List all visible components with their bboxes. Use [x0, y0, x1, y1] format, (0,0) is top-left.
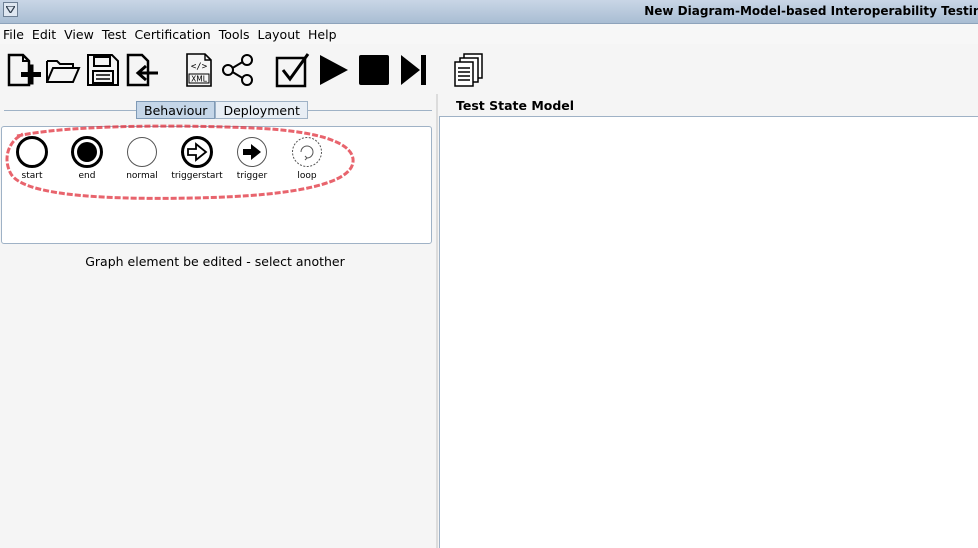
tab-deployment[interactable]: Deployment	[215, 101, 308, 119]
palette-end[interactable]: end	[57, 135, 117, 187]
tab-bar: Behaviour Deployment	[136, 101, 308, 119]
palette-label-loop: loop	[297, 171, 317, 181]
normal-node-icon	[127, 137, 157, 167]
status-message: Graph element be edited - select another	[85, 254, 345, 269]
documents-icon	[454, 53, 483, 87]
menu-tools[interactable]: Tools	[216, 27, 255, 42]
palette-label-normal: normal	[126, 171, 158, 181]
palette-triggerstart[interactable]: triggerstart	[167, 135, 227, 187]
play-icon	[320, 55, 348, 85]
palette-trigger[interactable]: trigger	[222, 135, 282, 187]
triggerstart-node-icon	[181, 136, 213, 168]
svg-text:</>: </>	[191, 62, 208, 72]
palette-loop[interactable]: loop	[277, 135, 337, 187]
stop-icon	[359, 55, 389, 85]
palette-label-start: start	[21, 171, 43, 181]
menu-certification[interactable]: Certification	[131, 27, 215, 42]
right-panel: Test State Model	[438, 94, 978, 548]
panel-title: Test State Model	[456, 98, 575, 113]
palette-normal[interactable]: normal	[112, 135, 172, 187]
save-button[interactable]	[85, 52, 121, 88]
window-title: New Diagram-Model-based Interoperability…	[644, 4, 978, 18]
start-node-icon	[16, 136, 48, 168]
palette-label-triggerstart: triggerstart	[171, 171, 223, 181]
share-button[interactable]	[220, 52, 256, 88]
validate-button[interactable]	[275, 52, 311, 88]
end-node-icon	[71, 136, 103, 168]
menu-layout[interactable]: Layout	[255, 27, 306, 42]
loop-node-icon	[292, 137, 322, 167]
step-button[interactable]	[396, 52, 432, 88]
menu-help[interactable]: Help	[305, 27, 342, 42]
palette-label-end: end	[78, 171, 96, 181]
save-icon	[87, 54, 119, 86]
state-model-canvas[interactable]	[439, 116, 978, 548]
new-file-button[interactable]	[5, 52, 41, 88]
xml-icon: </> XML	[186, 53, 212, 87]
share-icon	[222, 54, 253, 86]
menu-file[interactable]: File	[0, 27, 29, 42]
left-panel: Behaviour Deployment start end normal tr…	[0, 94, 436, 548]
menu-view[interactable]: View	[61, 27, 99, 42]
palette-start[interactable]: start	[2, 135, 62, 187]
system-menu-button[interactable]	[3, 2, 18, 17]
check-icon	[275, 53, 310, 88]
chevron-down-icon	[6, 6, 15, 13]
title-bar: New Diagram-Model-based Interoperability…	[0, 0, 978, 24]
xml-label: XML	[191, 75, 208, 84]
import-button[interactable]	[124, 52, 160, 88]
skip-forward-icon	[401, 55, 426, 85]
import-icon	[126, 53, 158, 87]
tab-behaviour[interactable]: Behaviour	[136, 101, 216, 119]
toolbar: </> XML	[0, 46, 978, 94]
element-palette: start end normal triggerstart trigger lo…	[1, 126, 432, 244]
open-folder-icon	[46, 60, 81, 83]
palette-label-trigger: trigger	[236, 171, 268, 181]
run-button[interactable]	[316, 52, 352, 88]
menu-test[interactable]: Test	[99, 27, 132, 42]
documents-button[interactable]	[450, 52, 486, 88]
open-button[interactable]	[45, 52, 81, 88]
menu-edit[interactable]: Edit	[29, 27, 61, 42]
stop-button[interactable]	[356, 52, 392, 88]
new-file-icon	[7, 53, 41, 87]
xml-button[interactable]: </> XML	[181, 52, 217, 88]
trigger-node-icon	[237, 137, 267, 167]
menu-bar: File Edit View Test Certification Tools …	[0, 24, 978, 44]
